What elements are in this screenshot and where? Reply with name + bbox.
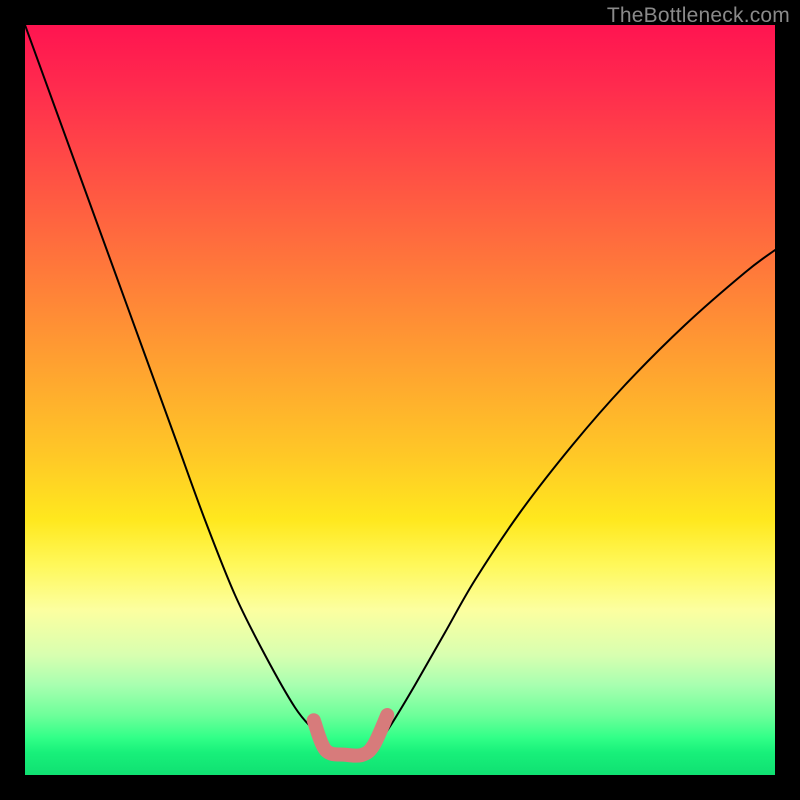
plot-area [25, 25, 775, 775]
bottom-bracket [314, 715, 388, 756]
curve-left [25, 25, 329, 745]
chart-frame: TheBottleneck.com [0, 0, 800, 800]
curve-right [378, 250, 776, 745]
plot-svg [25, 25, 775, 775]
